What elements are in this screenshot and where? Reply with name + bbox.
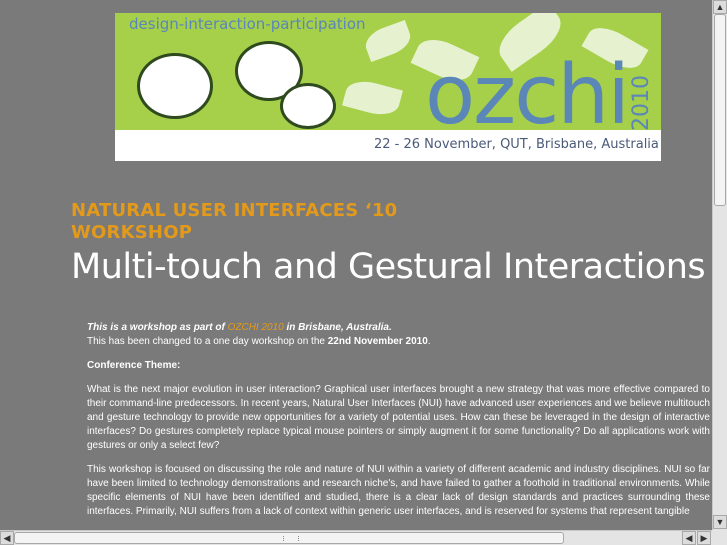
change-suffix: . [427, 336, 431, 347]
leaf-graphic [342, 76, 403, 120]
banner-year: 2010 [629, 75, 654, 131]
theme-paragraph: What is the next major evolution in user… [87, 384, 710, 451]
ozchi-banner: design-interaction-participation ozchi 2… [115, 13, 661, 161]
change-date: 22nd November 2010 [327, 336, 428, 347]
leaf-graphic [361, 19, 415, 63]
banner-tagline: design-interaction-participation [129, 15, 366, 33]
page-viewport: design-interaction-participation ozchi 2… [0, 0, 712, 530]
vertical-scroll-thumb[interactable] [714, 14, 726, 206]
change-prefix: This has been changed to a one day works… [87, 336, 328, 347]
theme-heading: Conference Theme: [87, 360, 181, 371]
scroll-left-arrow-icon[interactable]: ◀ [682, 531, 696, 545]
main-content: This is a workshop as part of OZCHI 2010… [87, 321, 710, 519]
scroll-right-arrow-icon[interactable]: ▶ [697, 531, 711, 545]
horizontal-scroll-thumb[interactable] [14, 532, 564, 544]
banner-dates: 22 - 26 November, QUT, Brisbane, Austral… [374, 137, 659, 152]
scroll-grip-icon [283, 536, 299, 541]
ozchi-link[interactable]: OZCHI 2010 [228, 322, 284, 333]
ozchi-logo-text: ozchi [425, 48, 630, 143]
horizontal-scrollbar[interactable]: ◀ ◀ ▶ [0, 530, 712, 545]
scrollbar-corner [712, 530, 727, 545]
flower-graphic [137, 53, 213, 119]
vertical-scrollbar[interactable]: ▲ ▼ [712, 0, 727, 530]
workshop-kicker-line2: WORKSHOP [71, 222, 193, 243]
workshop-kicker-line1: NATURAL USER INTERFACES ‘10 [71, 200, 398, 221]
change-notice: This has been changed to a one day works… [87, 335, 710, 349]
intro-prefix: This is a workshop as part of [87, 322, 228, 333]
intro-suffix: in Brisbane, Australia. [283, 322, 392, 333]
flower-graphic [280, 83, 336, 129]
scroll-left-arrow-icon[interactable]: ◀ [0, 531, 14, 545]
scroll-down-arrow-icon[interactable]: ▼ [713, 515, 727, 529]
scroll-up-arrow-icon[interactable]: ▲ [713, 0, 727, 14]
focus-paragraph: This workshop is focused on discussing t… [87, 464, 710, 517]
page-title: Multi-touch and Gestural Interactions [71, 247, 706, 287]
intro-line: This is a workshop as part of OZCHI 2010… [87, 321, 710, 335]
